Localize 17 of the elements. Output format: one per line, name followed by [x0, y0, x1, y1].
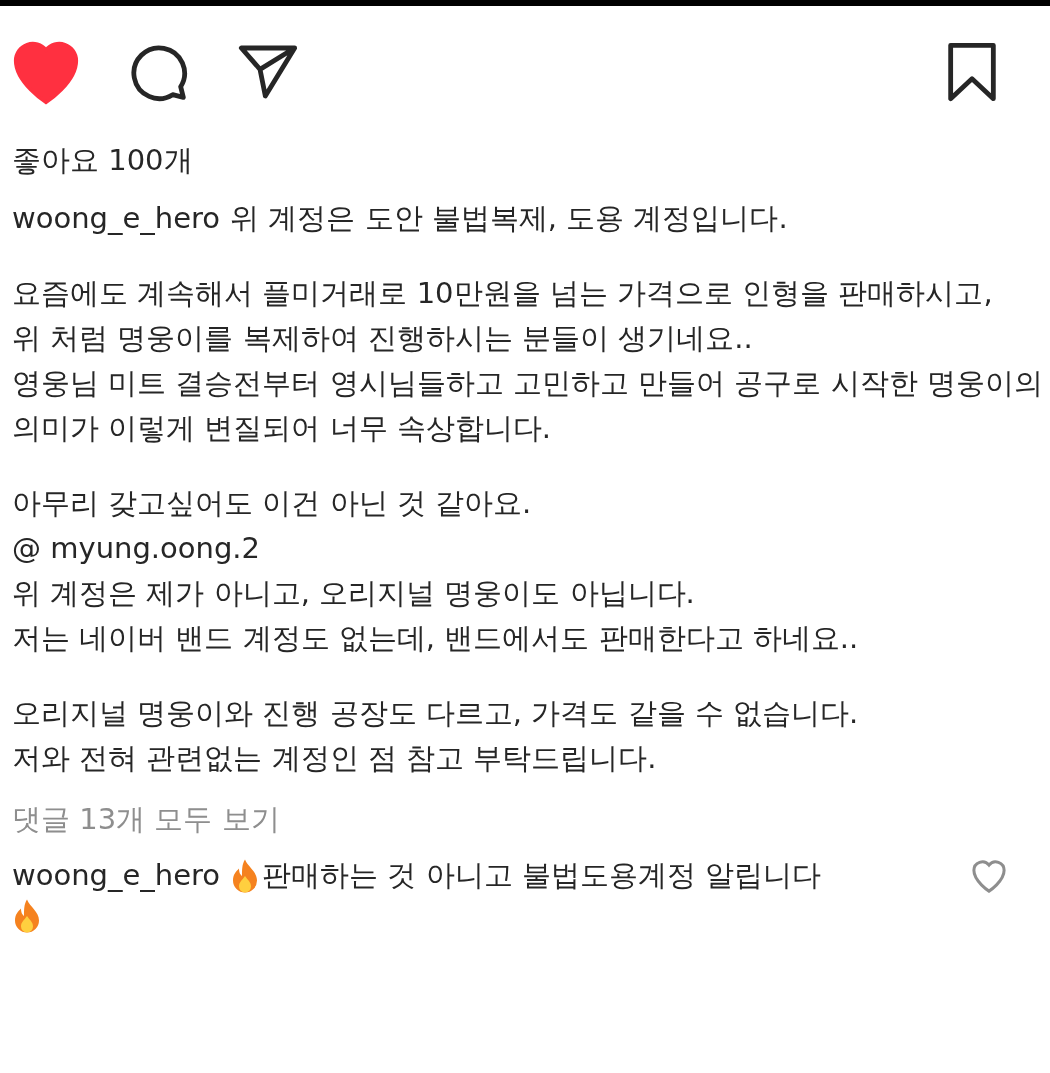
- caption-text: 위 계정은 도안 불법복제, 도용 계정입니다.: [230, 200, 788, 237]
- caption-text: 오리지널 명웅이와 진행 공장도 다르고, 가격도 같을 수 없습니다.: [12, 695, 859, 732]
- caption-text: 위 계정은 제가 아니고, 오리지널 명웅이도 아닙니다.: [12, 575, 695, 612]
- username-link[interactable]: woong_e_hero: [12, 853, 221, 898]
- caption-text: 아무리 갖고싶어도 이건 아닌 것 같아요.: [12, 485, 532, 522]
- comment-text: 판매하는 것 아니고 불법도용계정 알립니다: [262, 857, 821, 894]
- heart-icon[interactable]: [972, 859, 1006, 893]
- flame-icon: [12, 898, 42, 934]
- like-count[interactable]: 좋아요 100개: [12, 140, 193, 180]
- caption-text: 저는 네이버 밴드 계정도 없는데, 밴드에서도 판매한다고 하네요..: [12, 620, 859, 657]
- caption-text: 요즘에도 계속해서 플미거래로 10만원을 넘는 가격으로 인형을 판매하시고,: [12, 275, 993, 312]
- caption-text: 저와 전혀 관련없는 계정인 점 참고 부탁드립니다.: [12, 740, 657, 777]
- username-link[interactable]: woong_e_hero: [12, 196, 221, 241]
- caption-text: @ myung.oong.2: [12, 530, 260, 567]
- caption-text: 영웅님 미트 결승전부터 영시님들하고 고민하고 만들어 공구로 시작한 명웅이의: [12, 365, 1043, 402]
- caption-text: 위 처럼 명웅이를 복제하여 진행하시는 분들이 생기네요..: [12, 320, 753, 357]
- caption-text: 의미가 이렇게 변질되어 너무 속상합니다.: [12, 410, 552, 447]
